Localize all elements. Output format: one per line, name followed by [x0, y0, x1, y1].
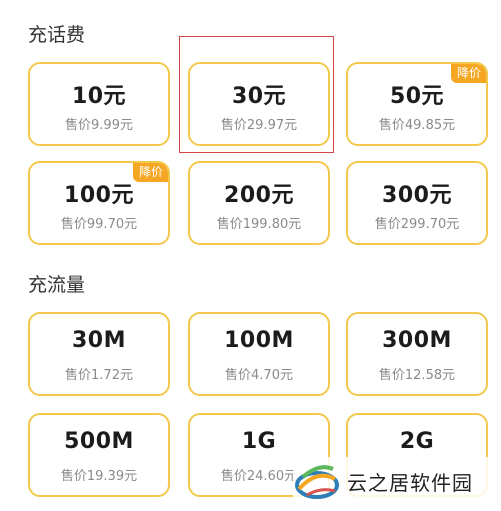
recharge-card-50[interactable]: 降价 50元 售价49.85元 [346, 62, 488, 146]
card-amount: 30M [71, 328, 126, 353]
recharge-card-10[interactable]: 10元 售价9.99元 [28, 62, 170, 146]
card-amount: 100M [224, 328, 294, 353]
data-card-30m[interactable]: 30M 售价1.72元 [28, 312, 170, 396]
watermark: 云之居软件园 [293, 457, 489, 505]
data-card-100m[interactable]: 100M 售价4.70元 [188, 312, 330, 396]
recharge-card-200[interactable]: 200元 售价199.80元 [188, 161, 330, 245]
card-price: 售价9.99元 [65, 118, 133, 133]
section-title-data: 充流量 [28, 274, 86, 296]
card-price: 售价4.70元 [225, 368, 293, 383]
section-title-calls: 充话费 [28, 24, 86, 46]
card-price: 售价199.80元 [216, 217, 302, 232]
card-amount: 200元 [224, 183, 294, 208]
card-amount: 100元 [64, 183, 134, 208]
card-amount: 2G [399, 429, 435, 454]
card-price: 售价12.58元 [378, 368, 456, 383]
card-amount: 50元 [389, 84, 445, 109]
card-price: 售价49.85元 [378, 118, 456, 133]
card-amount: 500M [64, 429, 134, 454]
recharge-card-30[interactable]: 30元 售价29.97元 [188, 62, 330, 146]
card-amount: 30元 [231, 84, 287, 109]
card-amount: 300元 [382, 183, 452, 208]
data-card-500m[interactable]: 500M 售价19.39元 [28, 413, 170, 497]
card-price: 售价1.72元 [65, 368, 133, 383]
data-card-300m[interactable]: 300M 售价12.58元 [346, 312, 488, 396]
watermark-text: 云之居软件园 [347, 470, 473, 495]
card-amount: 300M [382, 328, 452, 353]
recharge-card-300[interactable]: 300元 售价299.70元 [346, 161, 488, 245]
card-price: 售价99.70元 [60, 217, 138, 232]
card-price: 售价29.97元 [220, 118, 298, 133]
card-amount: 10元 [71, 84, 127, 109]
swirl-logo-icon [295, 465, 339, 499]
card-price: 售价19.39元 [60, 469, 138, 484]
card-amount: 1G [241, 429, 277, 454]
card-price: 售价299.70元 [374, 217, 460, 232]
recharge-card-100[interactable]: 降价 100元 售价99.70元 [28, 161, 170, 245]
